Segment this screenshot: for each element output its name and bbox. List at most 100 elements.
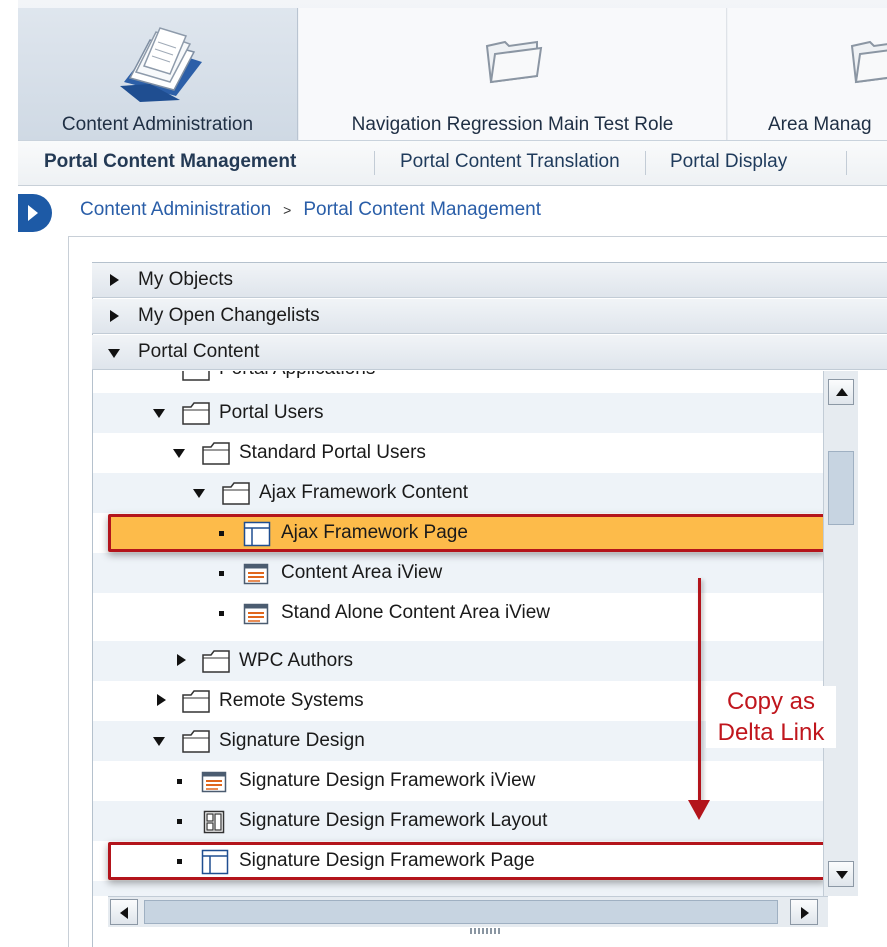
folder-icon [182, 402, 210, 425]
tree-item-label: Signature Design Framework Layout [239, 810, 548, 831]
scroll-left-button[interactable] [110, 899, 138, 925]
tree-item-label: WPC Authors [239, 650, 354, 671]
folder-icon [202, 442, 230, 465]
collapse-arrow-icon [108, 349, 120, 358]
tree-item-ajax-framework-page[interactable]: Ajax Framework Page [108, 514, 826, 552]
tree-horizontal-scrollbar[interactable] [108, 896, 828, 927]
folder-icon [850, 40, 887, 84]
subnav-portal-display[interactable]: Portal Display [646, 141, 811, 185]
tray-label: My Open Changelists [138, 305, 320, 326]
bullet [177, 859, 182, 864]
collapse-arrow-icon[interactable] [173, 449, 185, 458]
arrow-right-icon [801, 907, 809, 919]
folder-icon [485, 40, 542, 84]
tree-item-label: Portal Users [219, 402, 324, 423]
iview-icon [243, 563, 269, 585]
annotation-arrow-line [698, 578, 701, 806]
tree-item-label: Standard Portal Users [239, 442, 426, 463]
subnav-divider [374, 151, 375, 175]
expand-arrow-icon [110, 310, 119, 322]
iview-icon [201, 771, 227, 793]
annotation-line: Delta Link [717, 719, 825, 746]
scroll-thumb[interactable] [144, 900, 778, 924]
tree-vertical-scrollbar[interactable] [823, 371, 858, 896]
navigation-panel-expander[interactable] [18, 194, 52, 232]
tree-item-label: Portal Applications [219, 371, 375, 380]
tree-item-label: Ajax Framework Content [259, 482, 469, 503]
chevron-right-icon [28, 205, 38, 221]
scroll-up-button[interactable] [828, 379, 854, 405]
arrow-down-icon [836, 871, 848, 879]
bullet [177, 819, 182, 824]
scroll-right-button[interactable] [790, 899, 818, 925]
layout-icon [203, 810, 225, 834]
tree-item-signature-design-framework-iview[interactable]: Signature Design Framework iView [93, 761, 823, 801]
expand-arrow-icon [110, 274, 119, 286]
resize-grip[interactable] [470, 928, 500, 934]
tab-navigation-regression-role[interactable]: Navigation Regression Main Test Role [299, 8, 727, 140]
tab-label: Navigation Regression Main Test Role [351, 114, 674, 135]
documents-icon [119, 27, 202, 102]
secondary-nav: Portal Content Management Portal Content… [18, 141, 887, 186]
folder-icon [182, 371, 210, 381]
tray-portal-content[interactable]: Portal Content [92, 335, 887, 370]
tray-label: My Objects [138, 269, 234, 290]
tray-my-objects[interactable]: My Objects [92, 263, 887, 298]
expand-arrow-icon[interactable] [177, 654, 186, 666]
tree-item-ajax-framework-content[interactable]: Ajax Framework Content [93, 473, 823, 513]
tree-item-signature-design-framework-layout[interactable]: Signature Design Framework Layout [93, 801, 823, 841]
arrow-up-icon [836, 388, 848, 396]
tab-label: Content Administration [61, 114, 254, 135]
role-tab-bar: Content Administration Navigation Regres… [18, 0, 887, 141]
breadcrumb: Content Administration > Portal Content Ma… [80, 196, 541, 224]
expand-arrow-icon[interactable] [157, 694, 166, 706]
folder-icon [182, 730, 210, 753]
bullet [219, 531, 224, 536]
subnav-portal-content-management[interactable]: Portal Content Management [18, 141, 320, 185]
subnav-divider [846, 151, 847, 175]
tree-item-label: Signature Design [219, 730, 365, 751]
portal-content-tree[interactable]: Portal Applications Portal Users Standar… [93, 371, 823, 896]
tree-item-portal-users[interactable]: Portal Users [93, 393, 823, 433]
tree-row-background [93, 881, 823, 896]
tree-item-content-area-iview[interactable]: Content Area iView [93, 553, 823, 593]
tree-item-label: Ajax Framework Page [281, 522, 468, 543]
tree-item-stand-alone-content-area-iview[interactable]: Stand Alone Content Area iView [93, 593, 823, 633]
tray-my-open-changelists[interactable]: My Open Changelists [92, 299, 887, 334]
bullet [219, 571, 224, 576]
tree-item-label: Content Area iView [281, 562, 443, 583]
tree-item-standard-portal-users[interactable]: Standard Portal Users [93, 433, 823, 473]
tree-item-label: Remote Systems [219, 690, 364, 711]
annotation-copy-as-delta-link: Copy as Delta Link [706, 686, 836, 748]
bullet [219, 611, 224, 616]
folder-icon [202, 650, 230, 673]
page-icon [201, 849, 229, 875]
tab-label: Area Manag [768, 114, 872, 135]
page-icon [243, 521, 271, 547]
tree-item-portal-applications[interactable]: Portal Applications [93, 371, 823, 389]
annotation-arrow-head [688, 800, 710, 820]
scroll-thumb[interactable] [828, 451, 854, 525]
tree-item-label: Stand Alone Content Area iView [281, 602, 551, 623]
collapse-arrow-icon[interactable] [153, 737, 165, 746]
subnav-portal-content-translation[interactable]: Portal Content Translation [376, 141, 644, 185]
annotation-line: Copy as [726, 688, 816, 715]
bullet [177, 779, 182, 784]
breadcrumb-separator: > [283, 202, 292, 218]
collapse-arrow-icon[interactable] [193, 489, 205, 498]
tray-label: Portal Content [138, 341, 260, 362]
tab-content-administration[interactable]: Content Administration [18, 8, 298, 140]
tree-item-signature-design-framework-page[interactable]: Signature Design Framework Page [108, 842, 826, 880]
collapse-arrow-icon[interactable] [153, 409, 165, 418]
tree-item-label: Signature Design Framework iView [239, 770, 536, 791]
folder-icon [182, 690, 210, 713]
tree-item-wpc-authors[interactable]: WPC Authors [93, 641, 823, 681]
tab-area-management[interactable]: Area Manag [728, 8, 887, 140]
iview-icon [243, 603, 269, 625]
breadcrumb-item-content-administration[interactable]: Content Administration [80, 199, 271, 220]
arrow-left-icon [120, 907, 128, 919]
breadcrumb-item-portal-content-management[interactable]: Portal Content Management [303, 199, 541, 220]
scroll-down-button[interactable] [828, 861, 854, 887]
tree-item-label: Signature Design Framework Page [239, 850, 535, 871]
folder-icon [222, 482, 250, 505]
